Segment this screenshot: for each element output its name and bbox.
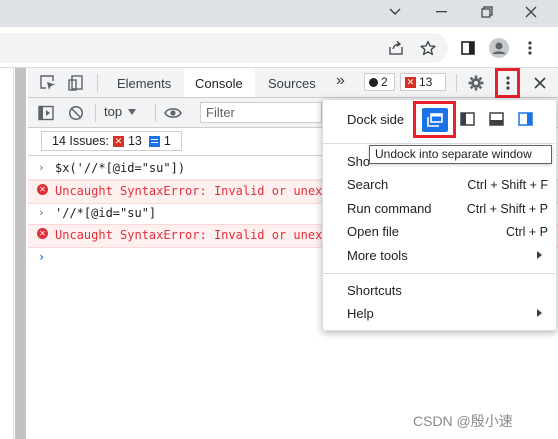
side-panel-button[interactable] (458, 38, 478, 58)
filter-input[interactable]: Filter (200, 102, 322, 123)
bookmark-button[interactable] (418, 38, 438, 58)
more-vert-icon (505, 76, 510, 90)
close-icon (525, 6, 537, 18)
menu-item-show-console-drawer[interactable]: Sho (347, 154, 370, 169)
dock-bottom-button[interactable] (487, 110, 505, 128)
shortcut-search: Ctrl + Shift + F (467, 178, 548, 192)
live-expression-button[interactable] (162, 103, 184, 123)
page-scrollbar[interactable] (15, 68, 26, 439)
issues-label: 14 Issues: (52, 134, 109, 148)
settings-button[interactable] (466, 73, 486, 93)
undock-window-icon (426, 112, 443, 127)
menu-item-shortcuts[interactable]: Shortcuts (347, 283, 402, 298)
toolbar-divider-2 (155, 104, 156, 122)
issue-info-icon (148, 135, 160, 147)
issue-error-icon: ✕ (112, 135, 124, 147)
share-icon (389, 41, 403, 55)
menu-item-run-command[interactable]: Run command (347, 201, 432, 216)
context-selector[interactable]: top (104, 104, 137, 119)
dock-right-icon (517, 112, 533, 126)
menu-item-search[interactable]: Search (347, 177, 388, 192)
menu-item-help[interactable]: Help (347, 306, 374, 321)
warnings-count: 13 (419, 75, 433, 89)
prompt-chevron: › (38, 161, 45, 174)
close-devtools-button[interactable] (530, 73, 550, 93)
console-input-text: '//*[@id="su"] (55, 206, 157, 220)
error-icon: ✕ (37, 184, 48, 195)
side-panel-icon (461, 41, 475, 55)
dock-left-icon (459, 112, 475, 126)
more-tabs-button[interactable]: » (336, 72, 345, 90)
share-button[interactable] (386, 38, 406, 58)
tabbar-divider (97, 74, 98, 92)
restore-button[interactable] (476, 2, 498, 22)
eye-icon (164, 108, 182, 118)
tab-sources[interactable]: Sources (268, 76, 316, 91)
undock-button[interactable] (413, 101, 456, 138)
console-input-text: $x('//*[@id="su"]) (55, 161, 186, 175)
issues-info-count: 1 (163, 134, 171, 148)
submenu-arrow-icon (537, 309, 542, 317)
browser-menu-button[interactable] (520, 38, 540, 58)
dock-bottom-icon (488, 112, 504, 126)
gear-icon (468, 75, 484, 91)
menu-item-more-tools[interactable]: More tools (347, 248, 408, 263)
tab-elements[interactable]: Elements (117, 76, 171, 91)
title-bar (0, 0, 558, 27)
show-sidebar-button[interactable] (36, 103, 56, 123)
console-error-text: Uncaught SyntaxError: Invalid or unex (55, 184, 323, 198)
close-icon (534, 77, 546, 89)
chevron-down-icon (389, 8, 401, 15)
device-toolbar-button[interactable] (66, 73, 86, 93)
sidebar-play-icon (38, 105, 54, 121)
issue-error-icon: ✕ (405, 76, 416, 88)
issues-error-count: 13 (127, 134, 142, 148)
issues-button[interactable]: 14 Issues: ✕ 13 1 (41, 131, 182, 151)
restore-icon (481, 6, 493, 18)
clear-console-button[interactable] (66, 103, 86, 123)
shortcut-run-command: Ctrl + Shift + P (466, 202, 548, 216)
context-value: top (104, 104, 123, 119)
minimize-icon (435, 11, 447, 13)
tab-console[interactable]: Console (195, 76, 243, 91)
caret-down-icon (128, 108, 137, 115)
prompt-chevron-active: › (38, 250, 46, 264)
more-vert-icon (528, 41, 532, 55)
error-circle-icon (369, 77, 378, 87)
dock-left-button[interactable] (458, 110, 476, 128)
submenu-arrow-icon (537, 251, 542, 259)
shortcut-open-file: Ctrl + P (505, 225, 548, 239)
profile-icon (489, 38, 509, 58)
minimize-button[interactable] (430, 2, 452, 22)
close-window-button[interactable] (520, 2, 542, 22)
menu-separator (322, 143, 555, 144)
tabbar-divider-2 (456, 74, 457, 92)
menu-item-open-file[interactable]: Open file (347, 224, 399, 239)
error-icon: ✕ (37, 228, 48, 239)
errors-counter[interactable]: 2 (364, 73, 395, 91)
watermark: CSDN @殷小速 (413, 413, 513, 429)
dock-right-button[interactable] (516, 110, 534, 128)
errors-count: 2 (381, 75, 388, 89)
block-icon (68, 105, 84, 121)
omnibox[interactable] (0, 33, 448, 63)
tab-search-button[interactable] (384, 3, 406, 21)
menu-separator (322, 273, 555, 274)
filter-placeholder: Filter (206, 105, 235, 120)
inspect-icon (40, 75, 55, 90)
toolbar-divider (95, 104, 96, 122)
device-icon (68, 75, 83, 91)
profile-button[interactable] (488, 37, 510, 59)
inspect-element-button[interactable] (38, 73, 58, 93)
page-content-edge (0, 68, 14, 439)
customize-devtools-button[interactable] (495, 68, 520, 98)
console-error-text: Uncaught SyntaxError: Invalid or unex (55, 228, 323, 242)
undock-button-fill (421, 107, 448, 132)
star-icon (420, 40, 436, 56)
undock-tooltip: Undock into separate window (369, 145, 552, 164)
dock-side-label: Dock side (347, 112, 405, 127)
prompt-chevron: › (38, 206, 45, 219)
warnings-counter[interactable]: ✕ 13 (400, 73, 446, 91)
